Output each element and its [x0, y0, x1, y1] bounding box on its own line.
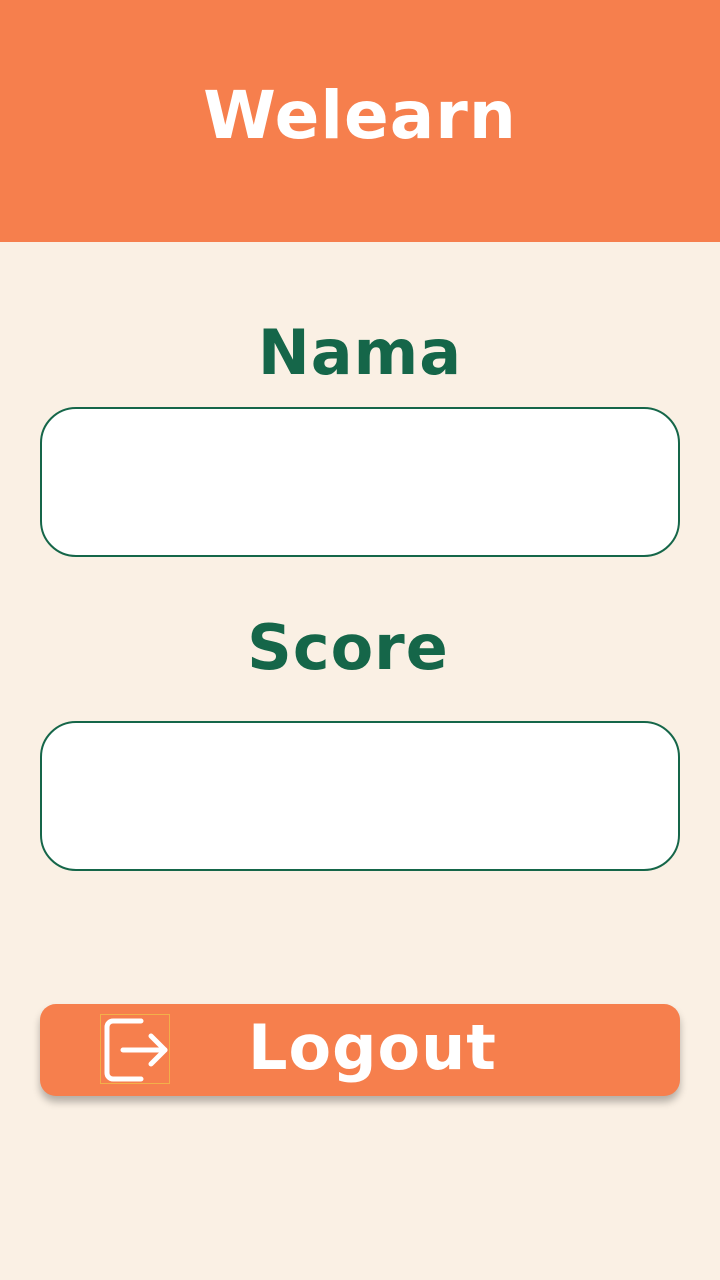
- nama-input[interactable]: [42, 409, 678, 555]
- score-field-container: [40, 721, 680, 871]
- logout-button[interactable]: Logout: [40, 1004, 680, 1096]
- nama-label: Nama: [257, 316, 463, 389]
- app-title: Welearn: [203, 77, 517, 154]
- logout-icon: [100, 1014, 170, 1084]
- score-label: Score: [247, 611, 449, 684]
- logout-label: Logout: [248, 1011, 497, 1084]
- score-input[interactable]: [42, 723, 678, 869]
- app-header: Welearn: [0, 0, 720, 242]
- nama-field-container: [40, 407, 680, 557]
